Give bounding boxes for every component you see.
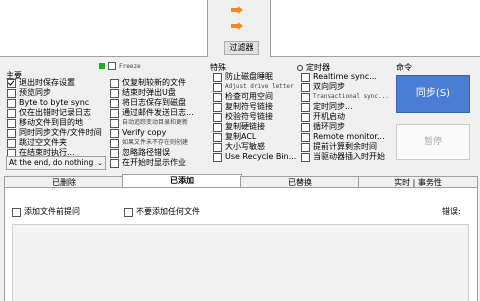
errors-label: 错误:: [442, 207, 461, 216]
sync-button[interactable]: 同步(S): [396, 75, 470, 113]
option-transactional-sync[interactable]: Transactional sync...: [301, 92, 389, 102]
option-run-on-boot[interactable]: 开机启动: [301, 112, 389, 122]
option-loop-sync[interactable]: 循环同步: [301, 122, 389, 132]
option-email-log[interactable]: 通过邮件发送日志...: [110, 108, 194, 118]
chevron-down-icon: ⌄: [97, 159, 103, 167]
pause-button[interactable]: 暂停: [396, 124, 470, 160]
option-show-job-at-start[interactable]: 在开始时显示作业: [110, 158, 194, 168]
option-prevent-sleep[interactable]: 防止磁盘睡眠: [213, 72, 296, 82]
commands-title: 命令: [396, 63, 412, 72]
radio-icon: [297, 64, 303, 71]
col2-options-list: 仅复制较新的文件 结束时弹出U盘 将日志保存到磁盘 通过邮件发送日志... 自动…: [110, 78, 194, 168]
option-do-not-add-files[interactable]: 不要添加任何文件: [124, 207, 200, 217]
option-copy-acl[interactable]: 复制ACL: [213, 132, 296, 142]
arrow-right-icon: [231, 6, 243, 14]
option-copy-newer[interactable]: 仅复制较新的文件: [110, 78, 194, 88]
destination-list-panel[interactable]: [270, 0, 480, 57]
arrow-right-icon: [231, 22, 243, 30]
option-track-changes[interactable]: 自动追踪变动目录和更新: [110, 118, 194, 128]
option-eject-usb[interactable]: 结束时弹出U盘: [110, 88, 194, 98]
option-recycle-bin[interactable]: Use Recycle Bin...: [213, 152, 296, 162]
option-save-log[interactable]: 将日志保存到磁盘: [110, 98, 194, 108]
option-two-way-sync[interactable]: 双向同步: [301, 82, 389, 92]
tab-added[interactable]: 已添加: [122, 174, 242, 188]
freeze-row[interactable]: Freeze: [99, 62, 141, 70]
added-files-list[interactable]: [12, 224, 469, 301]
option-move-files[interactable]: 移动文件到目的地: [7, 118, 102, 128]
option-sync-file-times[interactable]: 同时同步文件/文件时间: [7, 128, 102, 138]
special-options-list: 防止磁盘睡眠 Adjust drive letter 检查可用空间 复制符号链接…: [213, 72, 296, 162]
option-remote-monitor[interactable]: Remote monitor...: [301, 132, 389, 142]
timer-options-list: Realtime sync... 双向同步 Transactional sync…: [301, 72, 389, 162]
option-skip-empty-folders[interactable]: 跳过空文件夹: [7, 138, 102, 148]
option-verify-symlinks[interactable]: 校验符号链接: [213, 112, 296, 122]
option-copy-symlinks[interactable]: 复制符号链接: [213, 102, 296, 112]
option-ignore-path-errors[interactable]: 忽略路径错误: [110, 148, 194, 158]
option-log-errors-only[interactable]: 仅在出错时记录日志: [7, 108, 102, 118]
option-byte-to-byte[interactable]: Byte to byte sync: [7, 98, 102, 108]
option-scheduled-sync[interactable]: 定时同步...: [301, 102, 389, 112]
option-check-free-space[interactable]: 检查可用空间: [213, 92, 296, 102]
freeze-indicator-icon: [99, 63, 105, 69]
option-case-sensitive[interactable]: 大小写敏感: [213, 142, 296, 152]
source-list-panel[interactable]: [0, 0, 208, 57]
option-verify-copy[interactable]: Verify copy: [110, 128, 194, 138]
option-save-settings-on-exit[interactable]: 退出时保存设置: [7, 78, 102, 88]
option-realtime-sync[interactable]: Realtime sync...: [301, 72, 389, 82]
main-options-list: 退出时保存设置 预览同步 Byte to byte sync 仅在出错时记录日志…: [7, 78, 102, 158]
option-preview-sync[interactable]: 预览同步: [7, 88, 102, 98]
filter-button[interactable]: 过滤器: [224, 41, 259, 55]
option-create-if-missing[interactable]: 如果文件未不存在则创建: [110, 138, 194, 148]
option-start-on-drive-insert[interactable]: 当驱动器插入时开始: [301, 152, 389, 162]
option-estimate-time[interactable]: 提前计算剩余时间: [301, 142, 389, 152]
option-ask-before-add[interactable]: 添加文件前提问: [12, 207, 80, 217]
end-action-value: At the end, do nothing: [9, 158, 94, 167]
end-action-select[interactable]: At the end, do nothing ⌄: [6, 156, 106, 170]
option-adjust-drive-letter[interactable]: Adjust drive letter: [213, 82, 296, 92]
option-copy-hardlinks[interactable]: 复制硬链接: [213, 122, 296, 132]
